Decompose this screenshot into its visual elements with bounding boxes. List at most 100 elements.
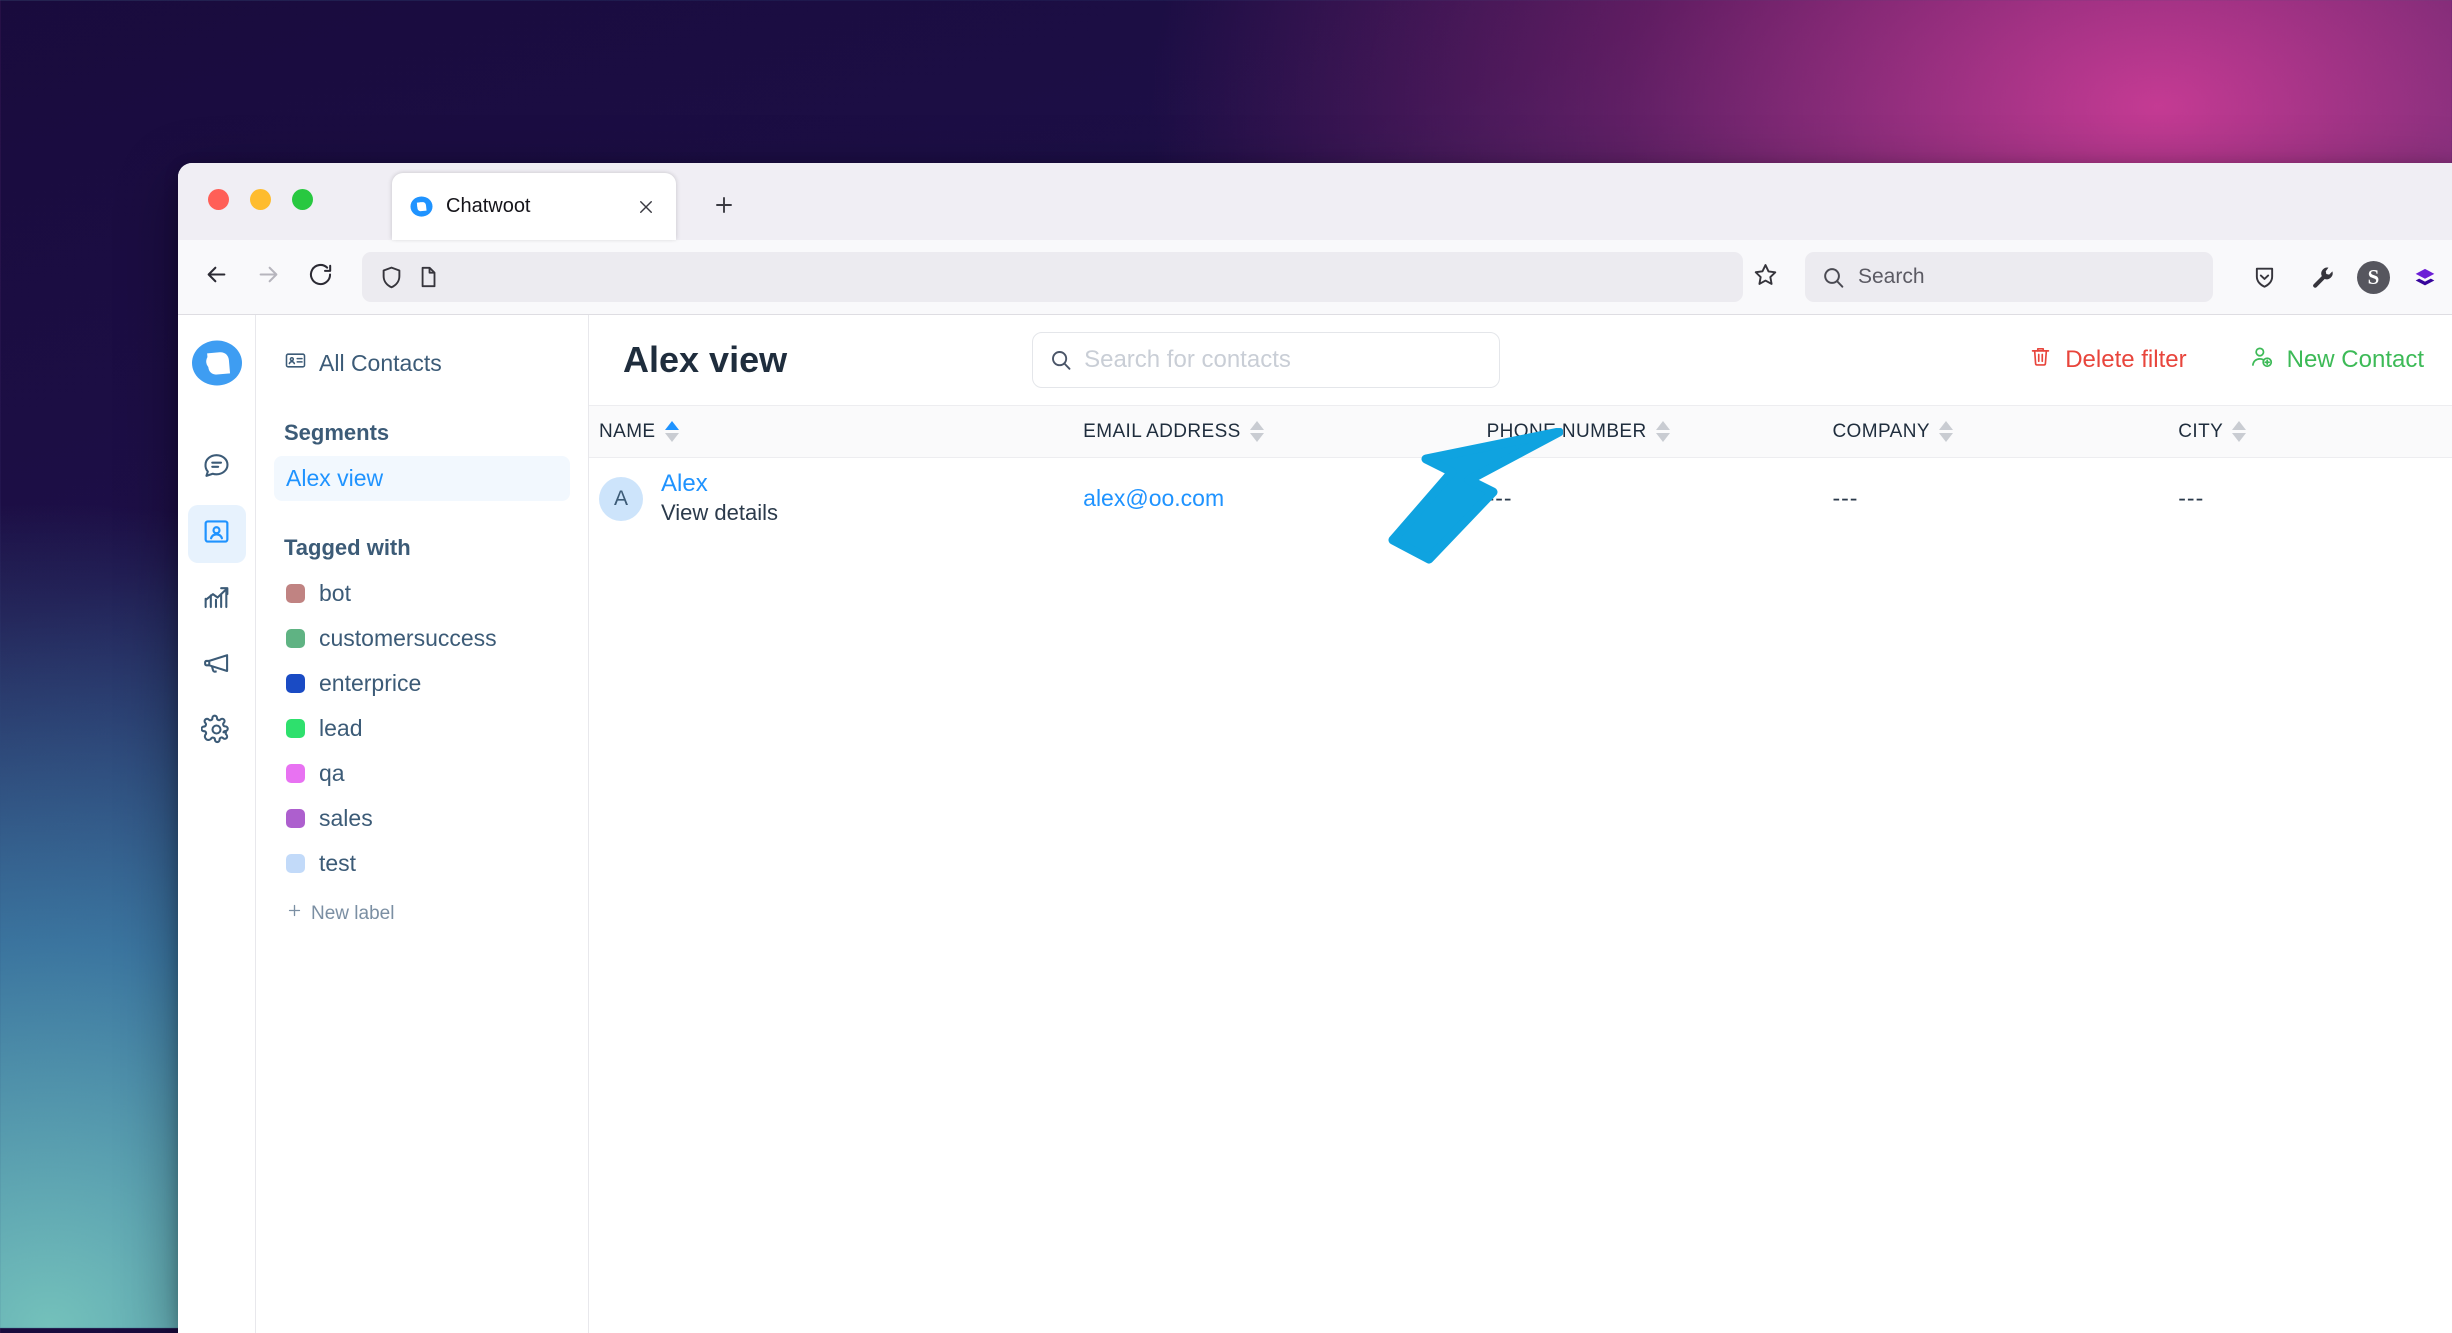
sidebar-item-conversations[interactable] <box>188 439 246 497</box>
reload-icon <box>307 261 334 293</box>
window-minimize-button[interactable] <box>250 189 271 210</box>
sort-toggle-icon[interactable] <box>2232 421 2247 442</box>
chatwoot-logo-icon <box>410 195 433 218</box>
tag-label: bot <box>319 580 351 606</box>
contacts-table-wrapper: NAME EMAIL ADDRESS PHONE NUMBER COMPANY … <box>589 405 2452 1333</box>
forward-button[interactable] <box>244 253 292 301</box>
new-label-button[interactable]: New label <box>274 892 570 935</box>
extension-s-icon[interactable]: S <box>2357 260 2390 294</box>
browser-search-bar[interactable]: Search <box>1805 252 2213 302</box>
contact-email-link[interactable]: alex@oo.com <box>1083 485 1224 511</box>
view-details-link[interactable]: View details <box>661 498 778 528</box>
tab-title: Chatwoot <box>446 195 531 217</box>
sort-toggle-icon[interactable] <box>1249 421 1264 442</box>
primary-nav-rail <box>178 315 256 1333</box>
contact-card-icon <box>284 349 307 378</box>
sidebar-item-tag-enterprice[interactable]: enterprice <box>274 661 570 706</box>
column-label: NAME <box>599 420 656 442</box>
search-icon <box>1821 265 1846 290</box>
new-tab-button[interactable] <box>704 187 744 227</box>
sidebar-item-tag-sales[interactable]: sales <box>274 796 570 841</box>
delete-filter-label: Delete filter <box>2065 346 2187 373</box>
new-contact-button[interactable]: New Contact <box>2245 338 2428 383</box>
sidebar-item-settings[interactable] <box>188 703 246 761</box>
tag-color-swatch <box>286 629 305 648</box>
tag-label: lead <box>319 715 363 741</box>
table-row[interactable]: A Alex View details alex@oo.com --- --- … <box>589 458 2452 540</box>
column-header-name[interactable]: NAME <box>589 405 1074 458</box>
sort-toggle-icon[interactable] <box>1655 421 1670 442</box>
wrench-icon[interactable] <box>2299 254 2345 300</box>
contact-company-value: --- <box>1832 485 1859 512</box>
window-close-button[interactable] <box>208 189 229 210</box>
tag-color-swatch <box>286 674 305 693</box>
tab-strip: Chatwoot <box>178 163 2452 240</box>
tag-label: qa <box>319 760 345 786</box>
plus-icon <box>286 902 303 925</box>
browser-tab[interactable]: Chatwoot <box>392 173 676 240</box>
cell-phone: --- <box>1477 458 1823 540</box>
reload-button[interactable] <box>296 253 344 301</box>
sidebar-item-tag-bot[interactable]: bot <box>274 571 570 616</box>
sidebar-item-tag-qa[interactable]: qa <box>274 751 570 796</box>
tag-color-swatch <box>286 584 305 603</box>
back-arrow-icon <box>203 261 230 293</box>
gear-icon <box>200 714 232 750</box>
new-contact-label: New Contact <box>2286 346 2424 373</box>
cell-company: --- <box>1822 458 2168 540</box>
delete-filter-button[interactable]: Delete filter <box>2024 338 2190 382</box>
megaphone-icon <box>201 648 232 684</box>
segment-label: Alex view <box>286 465 384 491</box>
column-header-city[interactable]: CITY <box>2168 405 2452 458</box>
url-bar[interactable] <box>362 252 1743 302</box>
close-icon[interactable] <box>632 193 660 221</box>
contact-name-link[interactable]: Alex <box>661 470 778 498</box>
contact-search-input[interactable]: Search for contacts <box>1032 332 1501 388</box>
layers-diamond-icon[interactable] <box>2402 254 2448 300</box>
tag-color-swatch <box>286 854 305 873</box>
plus-icon <box>712 193 736 222</box>
window-traffic-lights <box>208 189 313 210</box>
sidebar-item-tag-customersuccess[interactable]: customersuccess <box>274 616 570 661</box>
sidebar-item-all-contacts[interactable]: All Contacts <box>274 341 570 386</box>
column-header-email[interactable]: EMAIL ADDRESS <box>1073 405 1477 458</box>
pocket-shield-icon[interactable] <box>2241 254 2287 300</box>
column-label: CITY <box>2178 420 2224 442</box>
sort-toggle-icon[interactable] <box>1938 421 1953 442</box>
bookmark-button[interactable] <box>1743 255 1787 299</box>
column-header-phone[interactable]: PHONE NUMBER <box>1476 405 1823 458</box>
tag-color-swatch <box>286 809 305 828</box>
chatwoot-app: All Contacts Segments Alex view Tagged w… <box>178 315 2452 1333</box>
sidebar-item-segment-alex-view[interactable]: Alex view <box>274 456 570 501</box>
window-maximize-button[interactable] <box>292 189 313 210</box>
star-icon <box>1752 261 1779 293</box>
cell-name: A Alex View details <box>589 458 1073 540</box>
sort-toggle-icon[interactable] <box>664 421 679 442</box>
sidebar-item-reports[interactable] <box>188 571 246 629</box>
chatwoot-logo-icon[interactable] <box>191 337 243 389</box>
tag-color-swatch <box>286 719 305 738</box>
column-label: COMPANY <box>1832 420 1930 442</box>
column-label: PHONE NUMBER <box>1486 420 1647 442</box>
table-header-row: NAME EMAIL ADDRESS PHONE NUMBER COMPANY … <box>589 405 2452 458</box>
chart-trend-icon <box>201 582 232 618</box>
contact-city-value: --- <box>2178 485 2205 512</box>
back-button[interactable] <box>192 253 240 301</box>
browser-search-placeholder: Search <box>1858 265 1925 288</box>
toolbar-extensions: S <box>2241 254 2448 300</box>
page-document-icon[interactable] <box>415 264 442 291</box>
segments-heading: Segments <box>284 420 390 445</box>
avatar: A <box>599 476 643 521</box>
all-contacts-label: All Contacts <box>319 350 442 376</box>
tag-label: test <box>319 850 357 876</box>
shield-icon[interactable] <box>378 264 405 291</box>
sidebar-item-tag-test[interactable]: test <box>274 841 570 886</box>
column-header-company[interactable]: COMPANY <box>1822 405 2169 458</box>
page-title: Alex view <box>623 339 788 380</box>
sidebar-item-tag-lead[interactable]: lead <box>274 706 570 751</box>
new-label-text: New label <box>311 902 395 924</box>
sidebar-item-campaigns[interactable] <box>188 637 246 695</box>
sidebar-item-contacts[interactable] <box>187 505 246 563</box>
contacts-header: Alex view Search for contacts Delete fil… <box>589 315 2452 405</box>
tags-heading: Tagged with <box>284 535 411 560</box>
